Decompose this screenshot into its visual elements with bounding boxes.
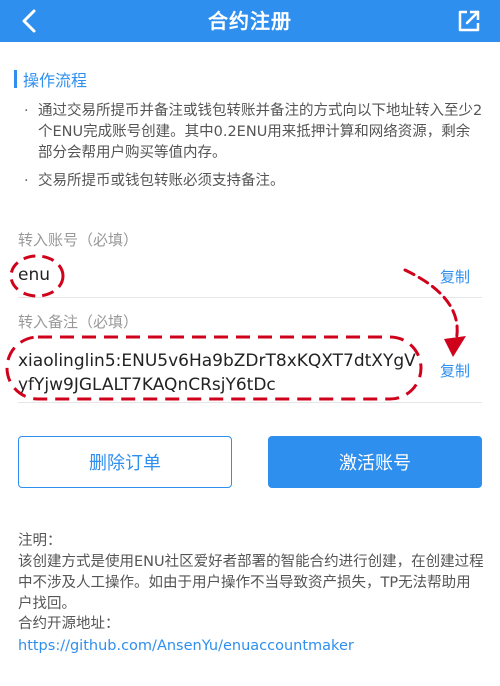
repo-label: 合约开源地址：: [18, 616, 120, 632]
memo-value: xiaolinglin5:ENU5v6Ha9bZDrT8xKQXT7dtXYgV…: [18, 351, 416, 395]
copy-memo-button[interactable]: 复制: [440, 360, 470, 381]
note-body: 该创建方式是使用ENU社区爱好者部署的智能合约进行创建，在创建过程中不涉及人工操…: [18, 554, 484, 612]
external-link-icon[interactable]: [456, 8, 482, 34]
divider: [18, 297, 482, 298]
note-title: 注明：: [18, 533, 62, 549]
page-title: 合约注册: [208, 9, 292, 33]
section-heading: 操作流程: [14, 68, 87, 90]
section-title: 操作流程: [23, 71, 88, 90]
section-accent-bar: [14, 70, 17, 88]
activate-account-button[interactable]: 激活账号: [268, 436, 482, 488]
navigation-bar: 合约注册: [0, 0, 500, 42]
annotation-arrow-head: [444, 336, 466, 357]
divider: [18, 402, 482, 403]
repo-link[interactable]: https://github.com/AnsenYu/enuaccountmak…: [18, 636, 484, 657]
step-text: 通过交易所提币并备注或钱包转账并备注的方式向以下地址转入至少2个ENU完成账号创…: [38, 103, 483, 161]
account-label: 转入账号（必填）: [18, 231, 139, 249]
bullet-icon: ·: [24, 173, 29, 189]
memo-label: 转入备注（必填）: [18, 313, 139, 331]
account-value: enu: [18, 265, 51, 285]
delete-order-button[interactable]: 删除订单: [18, 436, 232, 488]
copy-account-button[interactable]: 复制: [440, 266, 470, 287]
step-text: 交易所提币或钱包转账必须支持备注。: [38, 173, 285, 189]
bullet-icon: ·: [24, 103, 29, 119]
step-item: · 交易所提币或钱包转账必须支持备注。: [24, 171, 484, 192]
step-item: · 通过交易所提币并备注或钱包转账并备注的方式向以下地址转入至少2个ENU完成账…: [24, 101, 484, 164]
